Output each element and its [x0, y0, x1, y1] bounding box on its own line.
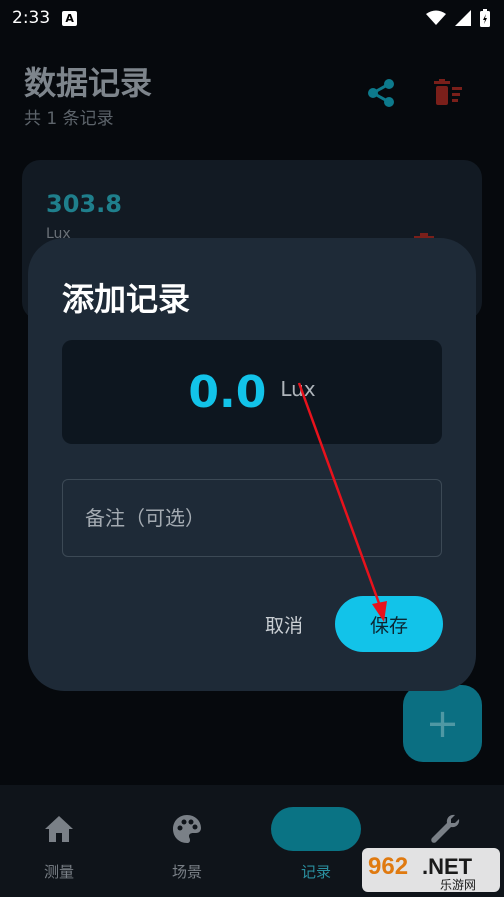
current-value-display: 0.0 Lux [62, 340, 442, 444]
note-input[interactable] [62, 479, 442, 557]
save-button[interactable]: 保存 [335, 596, 443, 652]
current-value: 0.0 [188, 366, 267, 418]
cancel-button[interactable]: 取消 [250, 600, 318, 648]
current-unit: Lux [280, 377, 316, 401]
svg-text:乐游网: 乐游网 [440, 878, 476, 892]
svg-text:.NET: .NET [422, 854, 473, 879]
add-record-dialog: 添加记录 0.0 Lux 取消 保存 [28, 238, 476, 691]
watermark-logo: 962 .NET 乐游网 [362, 848, 500, 892]
svg-text:962: 962 [368, 853, 408, 880]
dialog-title: 添加记录 [62, 280, 191, 318]
